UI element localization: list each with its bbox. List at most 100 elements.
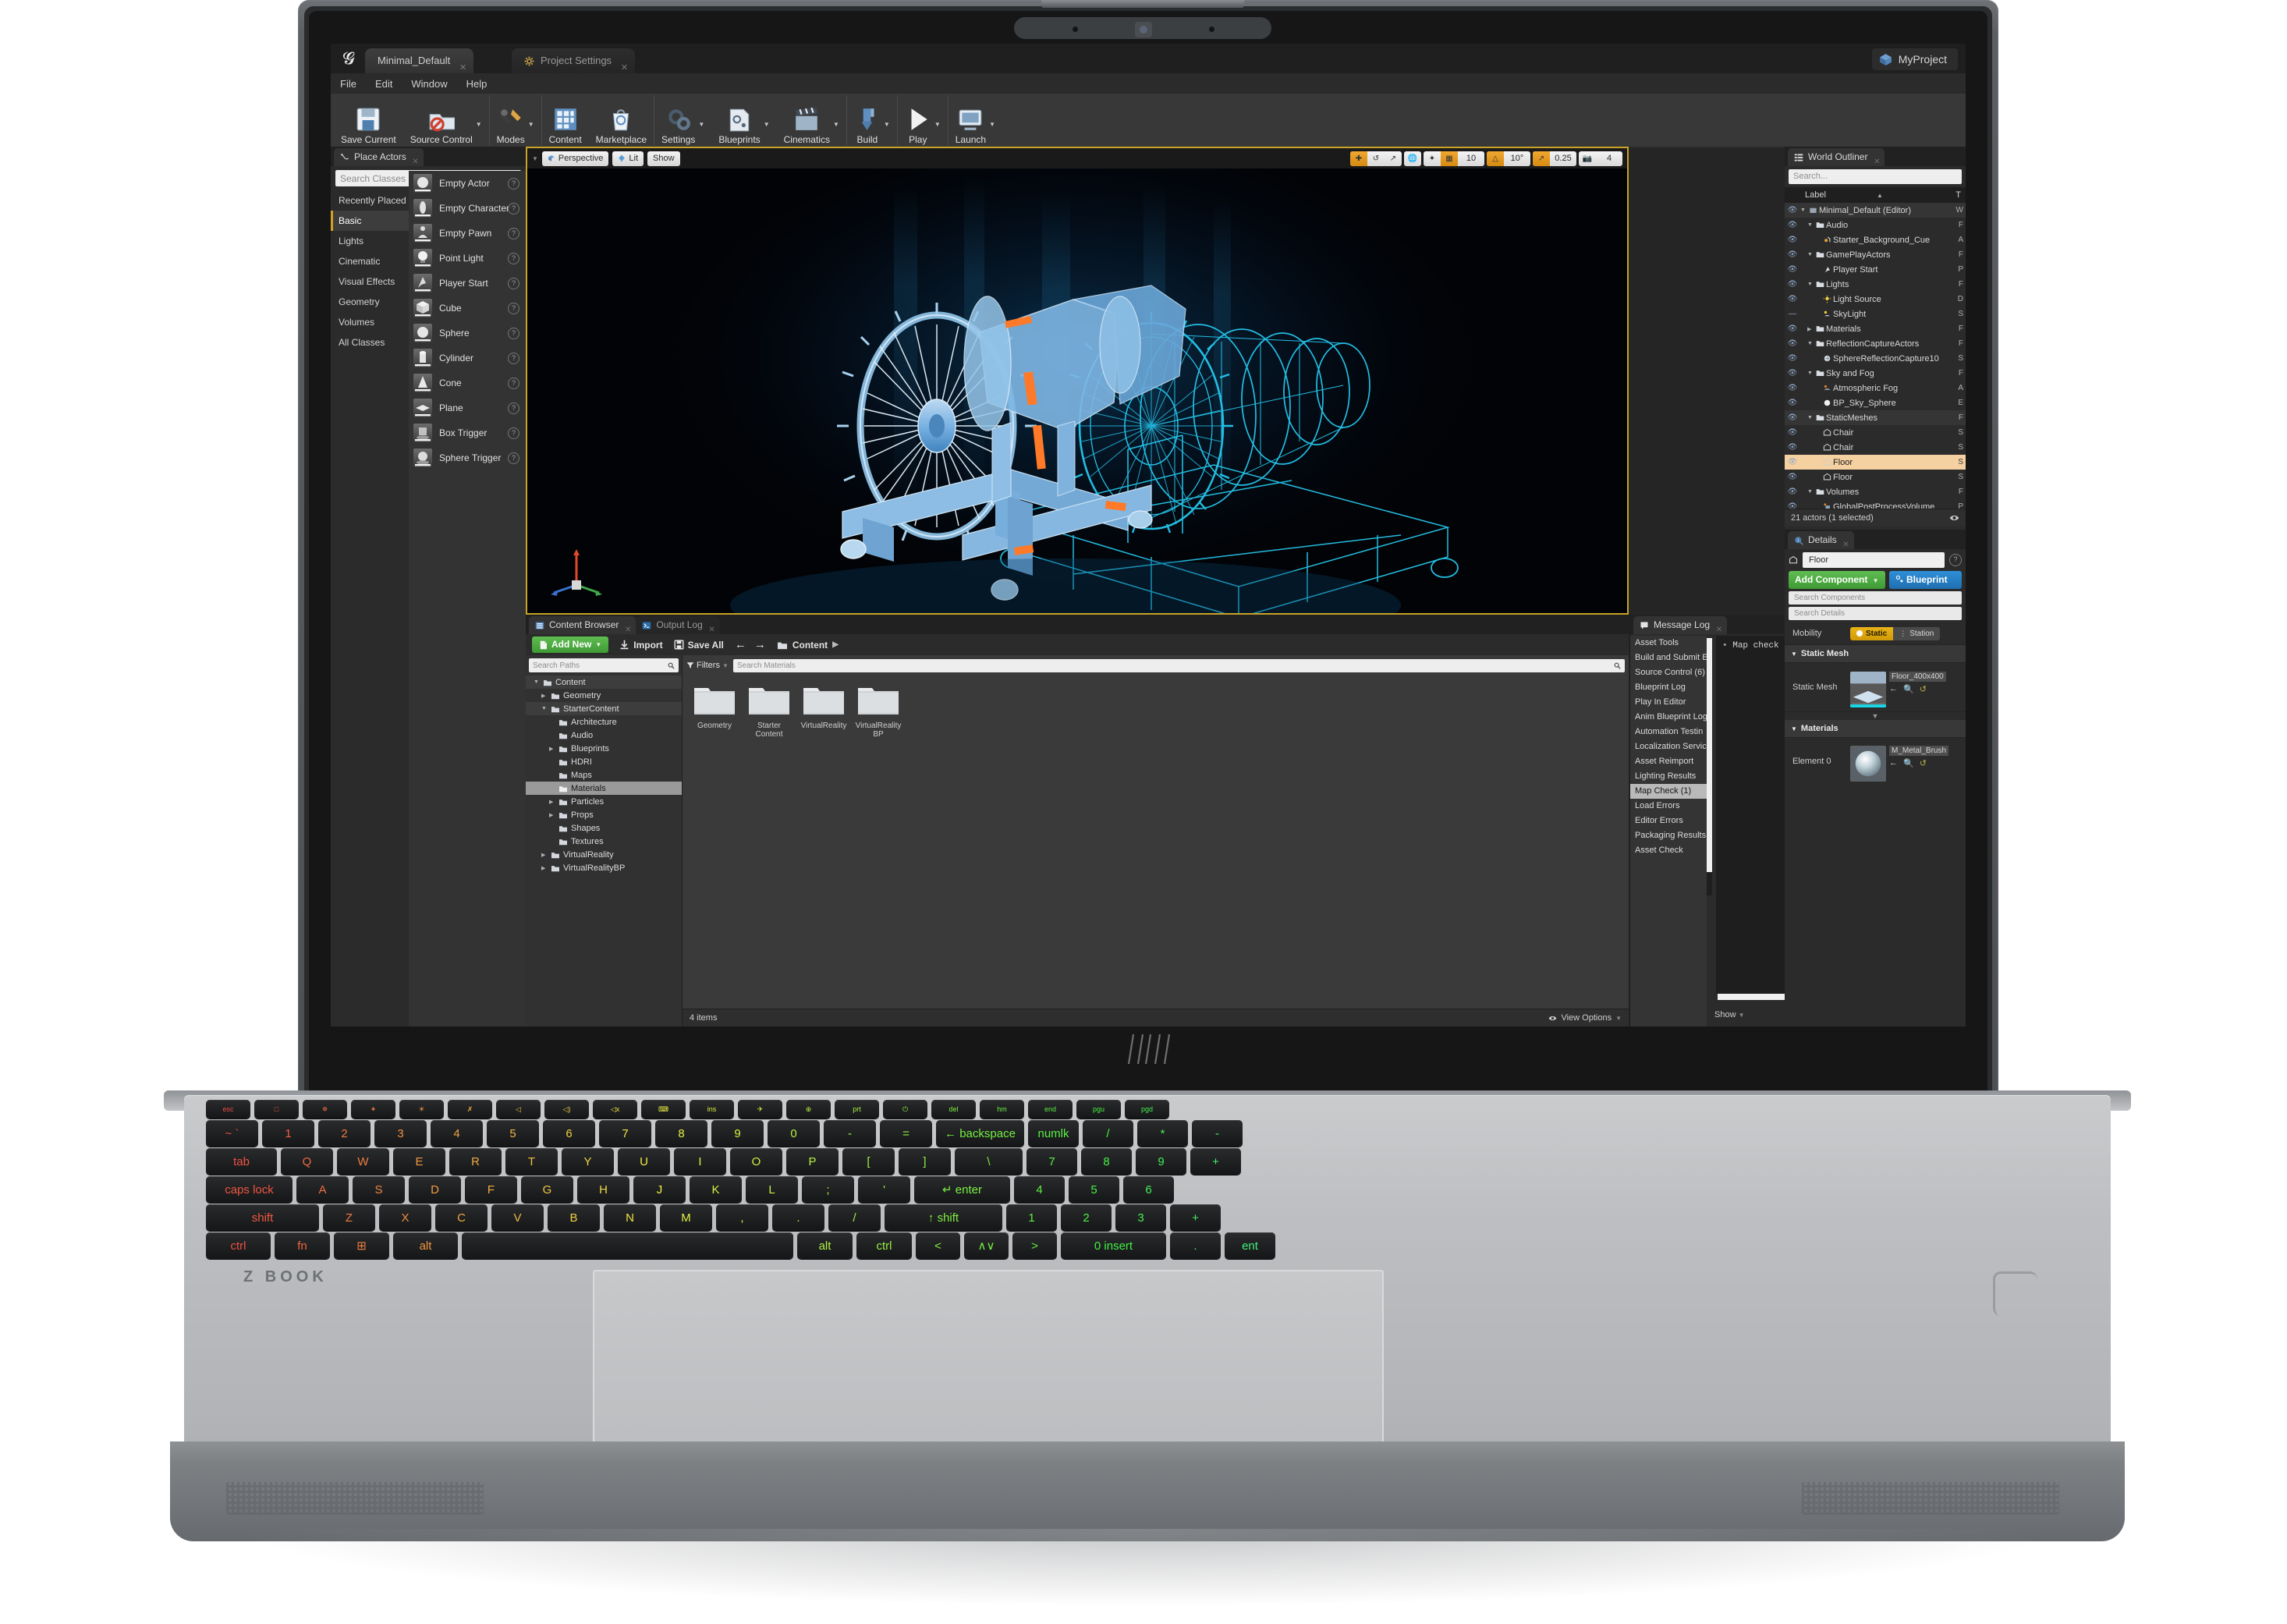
message-log-category[interactable]: Editor Errors [1630, 814, 1707, 828]
keyboard-key[interactable]: ◁ [496, 1100, 541, 1119]
import-button[interactable]: Import [619, 640, 662, 651]
content-tree-row[interactable]: ▶ Props [526, 808, 682, 821]
close-icon[interactable]: ✕ [1874, 153, 1880, 171]
keyboard-key[interactable]: ⊞ [334, 1232, 389, 1259]
keyboard-key[interactable]: numlk [1028, 1120, 1079, 1147]
rotate-gizmo-icon[interactable]: ↺ [1367, 151, 1385, 166]
blueprint-button[interactable]: Blueprint [1889, 571, 1962, 589]
tab-content-browser[interactable]: Content Browser ✕ [529, 616, 636, 634]
camera-speed-value[interactable]: 4 [1596, 151, 1622, 166]
keyboard-key[interactable]: 3 [1115, 1204, 1166, 1231]
window-tab-level[interactable]: Minimal_Default ✕ [365, 48, 473, 73]
message-log-category[interactable]: Automation Testin [1630, 725, 1707, 739]
content-tree-row[interactable]: ▶ VirtualReality [526, 848, 682, 861]
content-tree-row[interactable]: ▼ StarterContent [526, 702, 682, 715]
move-gizmo-icon[interactable]: ✚ [1350, 151, 1367, 166]
keyboard-key[interactable]: ◁x [593, 1100, 637, 1119]
keyboard-key[interactable]: caps lock [206, 1176, 293, 1203]
keyboard-key[interactable]: R [449, 1148, 502, 1175]
reset-icon[interactable]: ↺ [1920, 758, 1927, 768]
viewport-options-icon[interactable]: ▼ [532, 155, 538, 162]
menu-item-file[interactable]: File [340, 78, 356, 90]
expander-icon[interactable]: ▼ [1807, 282, 1814, 287]
grid-snap-value[interactable]: 10 [1458, 151, 1484, 166]
visibility-eye-icon[interactable]: 👁 [1785, 324, 1800, 333]
keyboard-key[interactable]: 0 [768, 1120, 820, 1147]
keyboard-key[interactable]: \ [955, 1148, 1023, 1175]
message-log-category[interactable]: Localization Servic [1630, 739, 1707, 754]
keyboard-key[interactable]: , [716, 1204, 768, 1231]
keyboard-key[interactable]: / [828, 1204, 881, 1231]
expander-icon[interactable]: ▼ [1800, 207, 1807, 213]
keyboard-key[interactable]: C [435, 1204, 488, 1231]
tab-details[interactable]: i Details ✕ [1788, 531, 1854, 549]
visibility-eye-icon[interactable]: 👁 [1785, 399, 1800, 407]
keyboard-key[interactable]: J [633, 1176, 686, 1203]
tab-output-log[interactable]: Output Log ✕ [636, 616, 719, 634]
keyboard-key[interactable]: ∧∨ [964, 1232, 1009, 1259]
keyboard-key[interactable]: ✈ [738, 1100, 782, 1119]
toolbar-button-build[interactable]: Build ▼ [847, 95, 898, 145]
keyboard-key[interactable]: < [916, 1232, 960, 1259]
visibility-eye-icon[interactable]: 👁 [1785, 295, 1800, 303]
expander-icon[interactable]: ▼ [1807, 371, 1814, 376]
keyboard-key[interactable]: 3 [374, 1120, 427, 1147]
static-mesh-section-header[interactable]: ▼ Static Mesh [1785, 645, 1966, 663]
keyboard-key[interactable]: - [824, 1120, 876, 1147]
keyboard-key[interactable]: > [1012, 1232, 1057, 1259]
expander-icon[interactable]: ▼ [1807, 252, 1814, 257]
keyboard-key[interactable]: 4 [1014, 1176, 1065, 1203]
outliner-row[interactable]: 👁 ▼ ReflectionCaptureActors F [1785, 336, 1966, 351]
viewport-show-button[interactable]: Show [647, 151, 680, 166]
keyboard-key[interactable]: 2 [1061, 1204, 1112, 1231]
help-icon[interactable]: ? [508, 402, 519, 414]
expander-icon[interactable]: ▼ [1807, 489, 1814, 495]
visibility-eye-icon[interactable]: 👁 [1785, 428, 1800, 437]
visibility-eye-icon[interactable]: 👁 [1785, 473, 1800, 481]
visibility-eye-icon[interactable]: 👁 [1785, 206, 1800, 215]
keyboard-key[interactable]: Y [562, 1148, 614, 1175]
keyboard-key[interactable]: S [353, 1176, 405, 1203]
close-icon[interactable]: ✕ [625, 621, 631, 639]
browse-back-icon[interactable]: ← [1889, 684, 1898, 694]
keyboard-key[interactable]: U [618, 1148, 670, 1175]
toolbar-button-source-control[interactable]: Source Control ▼ [403, 95, 490, 145]
expander-icon[interactable]: ▼ [1807, 222, 1814, 228]
filters-button[interactable]: Filters ▼ [686, 661, 729, 670]
mobility-stationary-option[interactable]: ⋮ Station [1893, 627, 1940, 640]
keyboard-key[interactable]: ✶ [351, 1100, 395, 1119]
keyboard-key[interactable]: Q [281, 1148, 333, 1175]
visibility-eye-icon[interactable]: 👁 [1785, 280, 1800, 289]
keyboard-key[interactable]: + [1170, 1204, 1221, 1231]
keyboard-key[interactable]: W [337, 1148, 389, 1175]
outliner-row[interactable]: 👁 ▼ StaticMeshes F [1785, 410, 1966, 425]
close-icon[interactable]: ✕ [621, 55, 628, 80]
help-icon[interactable]: ? [508, 228, 519, 239]
keyboard-key[interactable]: pgu [1076, 1100, 1121, 1119]
content-tree-row[interactable]: Maps [526, 768, 682, 782]
keyboard-key[interactable]: - [1192, 1120, 1243, 1147]
toolbar-button-cinematics[interactable]: Cinematics ▼ [777, 95, 847, 145]
message-log-category[interactable]: Source Control (6) [1630, 665, 1707, 680]
keyboard-key[interactable]: L [746, 1176, 798, 1203]
chevron-down-icon[interactable]: ▼ [989, 121, 995, 128]
keyboard-key[interactable]: pgd [1125, 1100, 1169, 1119]
outliner-row[interactable]: 👁 ▼ Sky and Fog F [1785, 366, 1966, 381]
outliner-search-input[interactable]: Search... [1789, 169, 1962, 184]
rotation-snap-value[interactable]: 10° [1504, 151, 1530, 166]
message-log-category[interactable]: Asset Check [1630, 843, 1707, 858]
category-cinematic[interactable]: Cinematic [331, 251, 409, 271]
expander-icon[interactable]: ▼ [1807, 341, 1814, 346]
folder-item[interactable]: Geometry [690, 683, 739, 739]
keyboard-key[interactable]: ☀ [399, 1100, 444, 1119]
category-visual-effects[interactable]: Visual Effects [331, 271, 409, 292]
keyboard-key[interactable]: P [786, 1148, 839, 1175]
visibility-eye-icon[interactable]: 👁 [1785, 502, 1800, 509]
outliner-row[interactable]: 👁 GlobalPostProcessVolume P [1785, 499, 1966, 509]
keyboard-key[interactable]: 8 [1081, 1148, 1132, 1175]
expander-icon[interactable]: ▶ [541, 865, 548, 871]
expander-icon[interactable]: ▼ [541, 706, 548, 711]
materials-section-header[interactable]: ▼ Materials [1785, 720, 1966, 738]
keyboard-key[interactable]: 1 [1006, 1204, 1057, 1231]
help-icon[interactable]: ? [508, 278, 519, 289]
